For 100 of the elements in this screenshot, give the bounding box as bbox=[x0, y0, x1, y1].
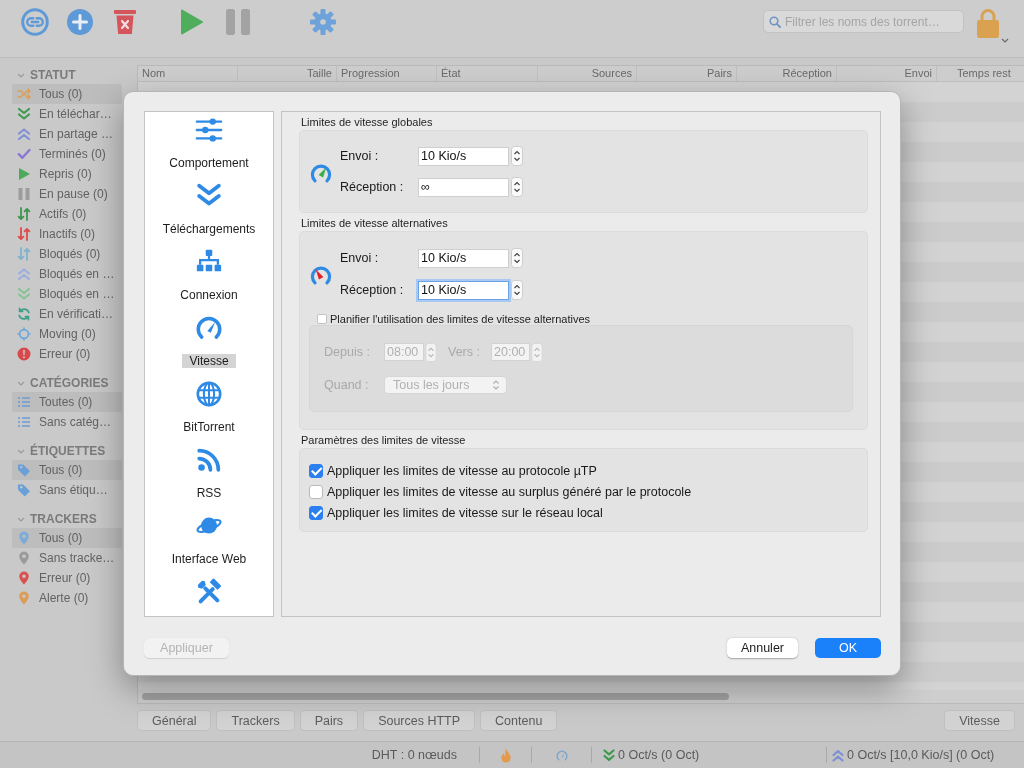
sidebar-item[interactable]: Sans tracke… bbox=[12, 548, 122, 568]
cancel-button[interactable]: Annuler bbox=[726, 638, 798, 658]
checkbox-label: Appliquer les limites de vitesse au surplus généré par le protocole bbox=[327, 484, 692, 499]
sidebar-item[interactable]: Bloqués (0) bbox=[12, 244, 122, 264]
flame-icon[interactable] bbox=[499, 747, 512, 763]
tag-icon bbox=[17, 483, 31, 497]
sidebar-item[interactable]: En partage … bbox=[12, 124, 122, 144]
checkbox[interactable] bbox=[309, 484, 323, 499]
field-label: Envoi : bbox=[340, 251, 380, 265]
double-chevron-up-icon bbox=[832, 747, 844, 763]
speed-input[interactable]: ∞ bbox=[418, 177, 509, 197]
sidebar-item[interactable]: Bloqués en … bbox=[12, 264, 122, 284]
double-chevron-up-icon bbox=[17, 127, 31, 141]
tab[interactable]: Contenu bbox=[480, 710, 558, 731]
checkbox[interactable] bbox=[309, 463, 323, 478]
pause-icon[interactable] bbox=[224, 8, 252, 36]
stepper-icon[interactable] bbox=[511, 280, 523, 300]
refresh-icon bbox=[17, 307, 31, 321]
checkbox-label: Appliquer les limites de vitesse sur le réseau local bbox=[327, 505, 603, 520]
sidebar-item[interactable]: Alerte (0) bbox=[12, 588, 122, 608]
double-chevron-down-icon bbox=[17, 287, 31, 301]
sidebar-item[interactable]: Repris (0) bbox=[12, 164, 122, 184]
field-label: Réception : bbox=[340, 180, 405, 194]
stepper-icon[interactable] bbox=[511, 177, 523, 197]
status-text: DHT : 0 nœuds bbox=[371, 748, 457, 762]
sidebar-item[interactable]: Inactifs (0) bbox=[12, 224, 122, 244]
tab[interactable]: Trackers bbox=[216, 710, 295, 731]
lock-icon[interactable] bbox=[975, 7, 1001, 39]
nav-item[interactable]: Téléchargements bbox=[145, 178, 273, 244]
sidebar-item[interactable]: Tous (0) bbox=[12, 84, 122, 104]
gauge-icon bbox=[310, 264, 332, 286]
sidebar-item[interactable]: Erreur (0) bbox=[12, 344, 122, 364]
error-icon bbox=[17, 347, 31, 361]
stepper-icon[interactable] bbox=[511, 146, 523, 166]
tag-icon bbox=[17, 463, 31, 477]
field-label: Envoi : bbox=[340, 149, 380, 163]
chevron-icon bbox=[17, 72, 25, 78]
rss-icon bbox=[195, 446, 223, 474]
link-icon[interactable] bbox=[21, 8, 49, 36]
sidebar-item[interactable]: Sans étiqu… bbox=[12, 480, 122, 500]
sidebar-item[interactable]: Actifs (0) bbox=[12, 204, 122, 224]
sidebar-item[interactable]: En pause (0) bbox=[12, 184, 122, 204]
column-header[interactable]: Sources bbox=[538, 66, 637, 81]
tab[interactable]: Sources HTTP bbox=[363, 710, 476, 731]
checkbox[interactable] bbox=[309, 505, 323, 520]
column-header[interactable]: Envoi bbox=[837, 66, 937, 81]
speed-input[interactable]: 10 Kio/s bbox=[418, 280, 509, 300]
stepper-icon[interactable] bbox=[511, 248, 523, 268]
nav-item[interactable]: Connexion bbox=[145, 244, 273, 310]
ok-button[interactable]: OK bbox=[815, 638, 881, 658]
sidebar-item[interactable]: Toutes (0) bbox=[12, 392, 122, 412]
column-header[interactable]: Nom bbox=[138, 66, 238, 81]
sidebar-item[interactable]: Erreur (0) bbox=[12, 568, 122, 588]
sidebar-item[interactable]: Sans catég… bbox=[12, 412, 122, 432]
nav-item[interactable]: BitTorrent bbox=[145, 376, 273, 442]
column-header[interactable]: Pairs bbox=[637, 66, 737, 81]
settings-icon[interactable] bbox=[309, 8, 337, 36]
globe-icon bbox=[195, 380, 223, 408]
nav-item[interactable]: Comportement bbox=[145, 112, 273, 178]
column-header[interactable]: Progression bbox=[337, 66, 437, 81]
tab[interactable]: Général bbox=[137, 710, 212, 731]
add-icon[interactable] bbox=[66, 8, 94, 36]
sidebar-item[interactable]: En vérificati… bbox=[12, 304, 122, 324]
section-header[interactable]: TRACKERS bbox=[0, 510, 125, 528]
double-chevron-down-icon bbox=[17, 107, 31, 121]
section-header[interactable]: CATÉGORIES bbox=[0, 374, 125, 392]
column-header[interactable]: Temps rest bbox=[937, 66, 1024, 81]
list-icon bbox=[17, 395, 31, 409]
check-icon bbox=[17, 147, 31, 161]
speed-input[interactable]: 10 Kio/s bbox=[418, 248, 509, 268]
sliders-icon bbox=[195, 116, 223, 144]
up-down-arrows-icon bbox=[17, 247, 31, 261]
sidebar-item[interactable]: Moving (0) bbox=[12, 324, 122, 344]
column-header[interactable]: Réception bbox=[737, 66, 837, 81]
scrollbar-thumb[interactable] bbox=[142, 693, 729, 700]
nav-item[interactable]: RSS bbox=[145, 442, 273, 508]
speed-input[interactable]: 10 Kio/s bbox=[418, 146, 509, 166]
list-icon bbox=[17, 415, 31, 429]
nav-item[interactable]: Vitesse bbox=[145, 310, 273, 376]
section-header[interactable]: STATUT bbox=[0, 66, 125, 84]
sidebar-item[interactable]: En téléchar… bbox=[12, 104, 122, 124]
up-down-arrows-icon bbox=[17, 227, 31, 241]
sidebar-item[interactable]: Tous (0) bbox=[12, 528, 122, 548]
trash-icon[interactable] bbox=[111, 8, 139, 36]
chevron-icon bbox=[17, 380, 25, 386]
group-title: Limites de vitesse globales bbox=[300, 116, 434, 129]
sidebar-item[interactable]: Bloqués en … bbox=[12, 284, 122, 304]
tab[interactable]: Vitesse bbox=[944, 710, 1015, 731]
sidebar-item[interactable]: Tous (0) bbox=[12, 460, 122, 480]
double-chevron-up-icon bbox=[17, 267, 31, 281]
status-text: 0 Oct/s [10,0 Kio/s] (0 Oct) bbox=[847, 748, 995, 762]
section-header[interactable]: ÉTIQUETTES bbox=[0, 442, 125, 460]
column-header[interactable]: Taille bbox=[238, 66, 337, 81]
column-header[interactable]: État bbox=[437, 66, 538, 81]
sidebar-item[interactable]: Terminés (0) bbox=[12, 144, 122, 164]
field-label: Réception : bbox=[340, 283, 405, 297]
chevron-down-icon[interactable] bbox=[1001, 38, 1009, 43]
tab[interactable]: Pairs bbox=[299, 710, 359, 731]
checkbox-label: Planifier l'utilisation des limites de vitesse alternatives bbox=[330, 312, 591, 325]
nav-item[interactable]: Interface Web bbox=[145, 508, 273, 574]
